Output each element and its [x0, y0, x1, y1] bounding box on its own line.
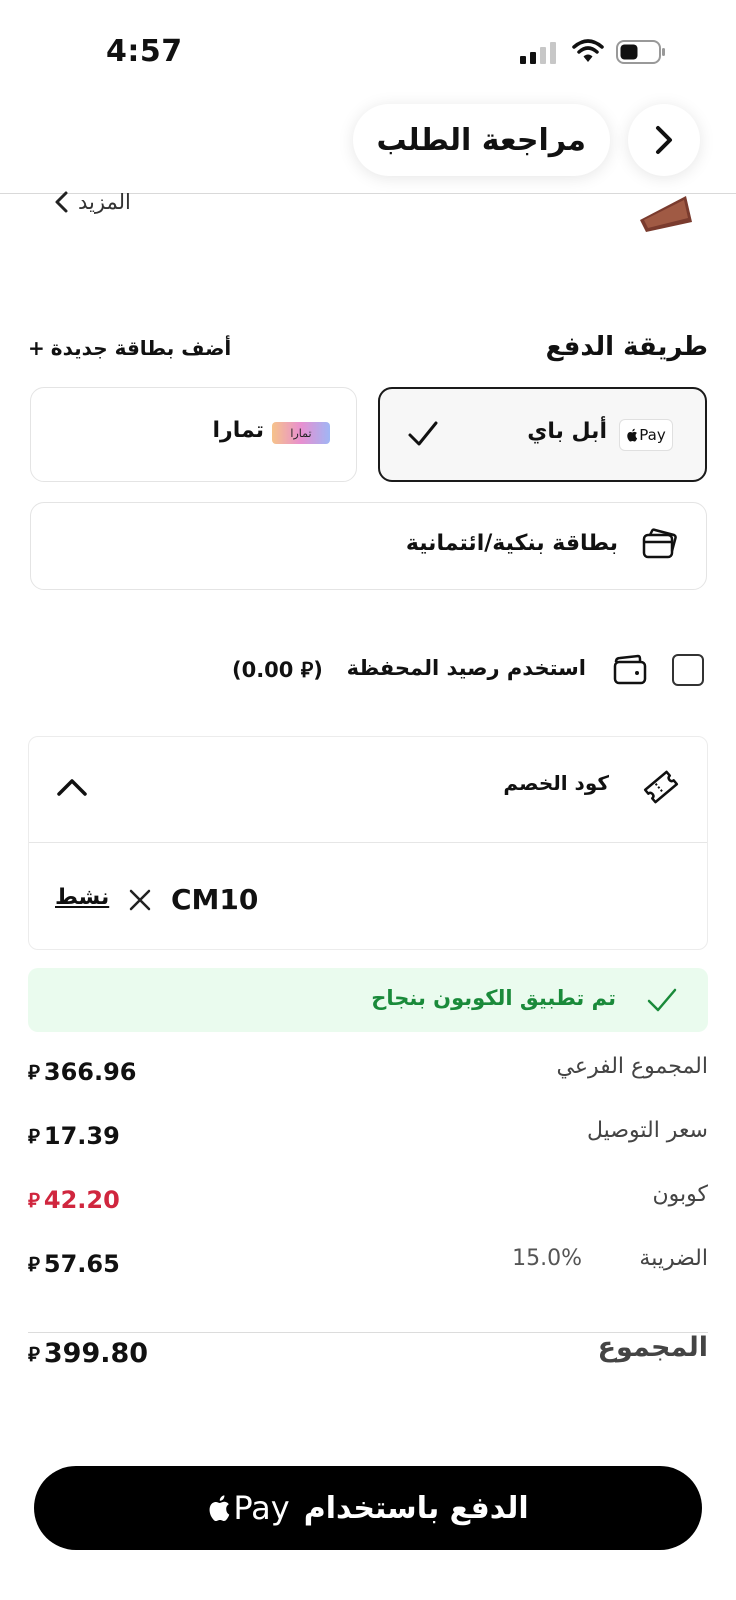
check-icon	[647, 988, 677, 1012]
page-title: مراجعة الطلب	[352, 104, 610, 176]
coupon-title: كود الخصم	[503, 771, 609, 795]
tax-rate: 15.0%	[512, 1246, 582, 1271]
success-text: تم تطبيق الكوبون بنجاح	[371, 986, 616, 1010]
chevron-right-icon	[656, 126, 672, 154]
apple-pay-label: أبل باي	[527, 419, 607, 444]
payment-method-title: طريقة الدفع	[545, 332, 708, 362]
selected-check-icon	[408, 421, 438, 446]
coupon-code: CM10	[171, 883, 259, 916]
coupon-header[interactable]: كود الخصم	[29, 737, 707, 843]
top-header: مراجعة الطلب	[0, 96, 736, 194]
back-button[interactable]	[628, 104, 700, 176]
cellular-signal-icon	[520, 42, 558, 64]
tax-row: الضريبة 15.0% ⃁ 57.65	[28, 1246, 708, 1286]
riyal-icon: ⃁	[28, 1060, 40, 1084]
payment-option-tamara[interactable]: تمارا تمارا	[30, 387, 357, 482]
apple-pay-logo-icon: Pay	[619, 419, 673, 451]
status-time: 4:57	[106, 34, 183, 69]
subtotal-row: المجموع الفرعي ⃁ 366.96	[28, 1054, 708, 1094]
battery-icon	[616, 40, 666, 64]
riyal-icon: ⃁	[28, 1124, 40, 1148]
apple-logo-icon	[209, 1495, 230, 1522]
wifi-icon	[572, 38, 604, 64]
bank-card-label: بطاقة بنكية/ائتمانية	[405, 531, 618, 556]
tax-label: الضريبة	[639, 1246, 708, 1271]
coupon-discount-row: كوبون ⃁ 42.20	[28, 1182, 708, 1222]
pay-button-label: الدفع باستخدام	[303, 1490, 529, 1526]
riyal-icon: ⃁	[28, 1188, 40, 1212]
ticket-icon	[643, 770, 679, 804]
payment-option-apple-pay[interactable]: Pay أبل باي	[378, 387, 707, 482]
coupon-success-message: تم تطبيق الكوبون بنجاح	[28, 968, 708, 1032]
close-icon[interactable]	[125, 885, 155, 915]
total-value: ⃁ 399.80	[28, 1338, 149, 1369]
shipping-value: ⃁ 17.39	[28, 1122, 120, 1150]
tamara-label: تمارا	[212, 418, 264, 443]
wallet-balance: (0.00 ⃁)	[232, 658, 323, 682]
tamara-logo-icon: تمارا	[272, 422, 330, 444]
shipping-row: سعر التوصيل ⃁ 17.39	[28, 1118, 708, 1158]
add-new-card-link[interactable]: + أضف بطاقة جديدة	[28, 336, 231, 360]
more-link[interactable]: المزيد	[52, 190, 131, 214]
wallet-label: استخدم رصيد المحفظة	[346, 656, 586, 680]
credit-card-icon	[642, 528, 677, 559]
tax-value: ⃁ 57.65	[28, 1250, 120, 1278]
add-new-card-label: أضف بطاقة جديدة	[50, 336, 232, 360]
chevron-up-icon[interactable]	[55, 771, 89, 805]
wallet-checkbox[interactable]	[672, 654, 704, 686]
total-row: المجموع ⃁ 399.80	[28, 1330, 708, 1380]
apple-pay-brand: Pay	[207, 1489, 290, 1527]
apple-pay-button[interactable]: Pay الدفع باستخدام	[34, 1466, 702, 1550]
subtotal-label: المجموع الفرعي	[556, 1054, 709, 1079]
plus-icon: +	[28, 336, 45, 360]
product-image	[632, 196, 696, 232]
wallet-balance-row: استخدم رصيد المحفظة (0.00 ⃁)	[0, 646, 736, 696]
riyal-icon: ⃁	[28, 1341, 40, 1366]
payment-option-bank-card[interactable]: بطاقة بنكية/ائتمانية	[30, 502, 707, 590]
coupon-status[interactable]: نشط	[55, 885, 109, 910]
riyal-icon: ⃁	[28, 1252, 40, 1276]
more-link-label: المزيد	[78, 190, 131, 214]
coupon-discount-value: ⃁ 42.20	[28, 1186, 120, 1214]
chevron-left-icon	[55, 191, 68, 213]
coupon-section: كود الخصم CM10 نشط	[28, 736, 708, 950]
coupon-discount-label: كوبون	[652, 1182, 708, 1207]
shipping-label: سعر التوصيل	[587, 1118, 708, 1143]
wallet-icon	[613, 654, 647, 685]
total-label: المجموع	[597, 1332, 708, 1363]
subtotal-value: ⃁ 366.96	[28, 1058, 137, 1086]
